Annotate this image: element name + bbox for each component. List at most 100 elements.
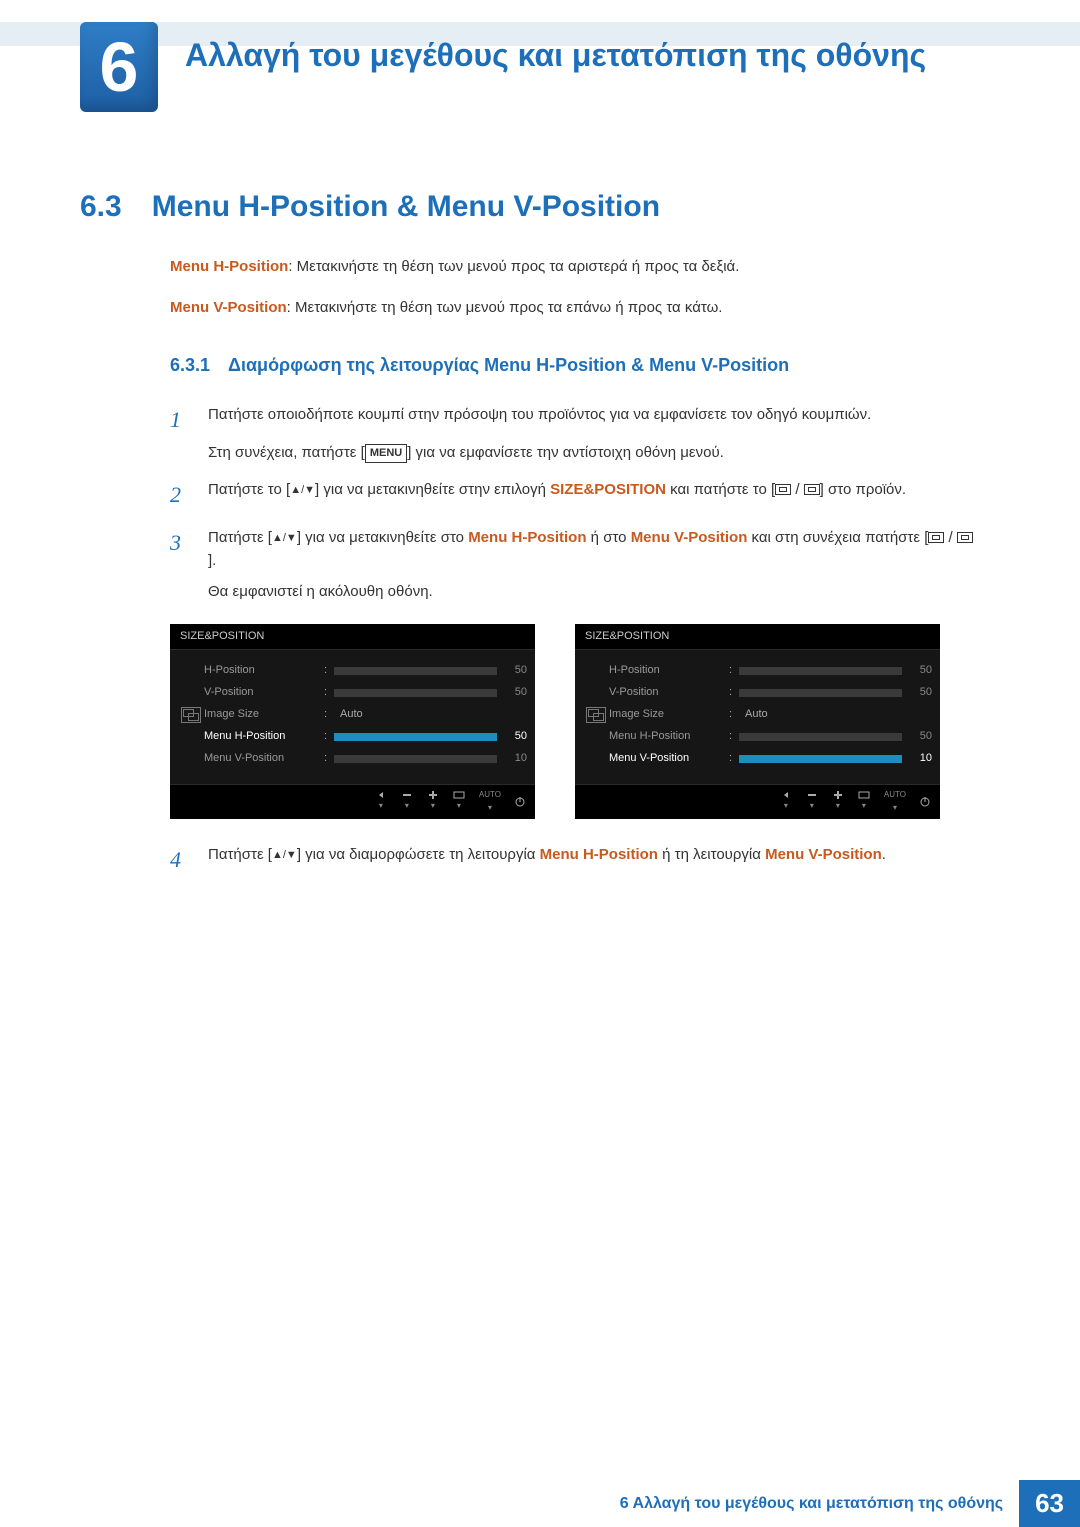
step-1-p2: Στη συνέχεια, πατήστε [MENU] για να εμφα…: [208, 441, 980, 464]
step-4: 4 Πατήστε [▲/▼] για να διαμορφώσετε τη λ…: [170, 843, 980, 877]
osd-item-value: 50: [497, 728, 527, 745]
osd-slider[interactable]: [334, 689, 497, 697]
osd-item-value: 50: [902, 728, 932, 745]
subsection-heading: 6.3.1 Διαμόρφωση της λειτουργίας Menu H-…: [170, 352, 980, 380]
hl-size-position: SIZE&POSITION: [550, 481, 666, 498]
osd-slider[interactable]: [739, 755, 902, 763]
osd-slider[interactable]: [739, 733, 902, 741]
step-number: 4: [170, 843, 190, 877]
hl-menu-v: Menu V-Position: [631, 529, 748, 546]
osd-item-value-text: Auto: [334, 706, 497, 723]
osd-item[interactable]: Menu H-Position: 50: [609, 726, 932, 748]
step-4-body: Πατήστε [▲/▼] για να διαμορφώσετε τη λει…: [208, 843, 980, 877]
section-heading: 6.3 Menu H-Position & Menu V-Position: [80, 190, 660, 224]
colon: :: [729, 684, 739, 701]
desc-h: : Μετακινήστε τη θέση των μενού προς τα …: [288, 258, 739, 275]
osd-item-label: Menu H-Position: [609, 728, 729, 745]
osd-item-label: V-Position: [204, 684, 324, 701]
desc-v: : Μετακινήστε τη θέση των μενού προς τα …: [287, 299, 723, 316]
step-3-body: Πατήστε [▲/▼] για να μετακινηθείτε στο M…: [208, 526, 980, 604]
osd-minus-button[interactable]: ▾: [806, 791, 818, 812]
osd-item-label: Menu V-Position: [204, 750, 324, 767]
term-h: Menu H-Position: [170, 258, 288, 275]
step-1: 1 Πατήστε οποιοδήποτε κουμπί στην πρόσοψ…: [170, 403, 980, 464]
osd-title: SIZE&POSITION: [170, 624, 535, 650]
hl-menu-h: Menu H-Position: [468, 529, 586, 546]
osd-item[interactable]: Menu V-Position:10: [204, 748, 527, 770]
osd-item[interactable]: Image Size:Auto: [204, 704, 527, 726]
step-1-p2a: Στη συνέχεια, πατήστε [: [208, 444, 365, 461]
osd-item[interactable]: Menu V-Position:10: [609, 748, 932, 770]
osd-slider[interactable]: [334, 733, 497, 741]
osd-button-bar: ▾ ▾ ▾ ▾ AUTO▾: [575, 784, 940, 819]
subsection-number: 6.3.1: [170, 352, 210, 380]
osd-enter-button[interactable]: ▾: [858, 791, 870, 812]
enter-icon: [928, 532, 944, 543]
section-title: Menu H-Position & Menu V-Position: [152, 190, 660, 224]
t: ] για να μετακινηθείτε στο: [297, 529, 468, 546]
osd-plus-button[interactable]: ▾: [427, 791, 439, 812]
auto-label: AUTO: [884, 789, 906, 801]
osd-title: SIZE&POSITION: [575, 624, 940, 650]
osd-panel-1: SIZE&POSITION H-Position:50V-Position:50…: [170, 624, 535, 819]
t: ή στο: [587, 529, 631, 546]
osd-slider[interactable]: [334, 667, 497, 675]
step-2: 2 Πατήστε το [▲/▼] για να μετακινηθείτε …: [170, 478, 980, 512]
osd-button-bar: ▾ ▾ ▾ ▾ AUTO▾: [170, 784, 535, 819]
osd-power-button[interactable]: [515, 797, 525, 807]
osd-item-label: Image Size: [204, 706, 324, 723]
osd-back-button[interactable]: ▾: [375, 791, 387, 812]
osd-enter-button[interactable]: ▾: [453, 791, 465, 812]
osd-auto-button[interactable]: AUTO▾: [884, 789, 906, 815]
osd-slider[interactable]: [739, 689, 902, 697]
osd-item-label: Image Size: [609, 706, 729, 723]
subsection-title: Διαμόρφωση της λειτουργίας Menu H-Positi…: [228, 352, 789, 380]
footer-text: 6 Αλλαγή του μεγέθους και μετατόπιση της…: [604, 1480, 1019, 1527]
t: .: [882, 846, 886, 863]
osd-item[interactable]: V-Position:50: [204, 682, 527, 704]
osd-power-button[interactable]: [920, 797, 930, 807]
definition-h: Menu H-Position: Μετακινήστε τη θέση των…: [170, 255, 980, 278]
osd-item-value: 50: [902, 662, 932, 679]
colon: :: [324, 684, 334, 701]
t: Πατήστε [: [208, 529, 272, 546]
step-3: 3 Πατήστε [▲/▼] για να μετακινηθείτε στο…: [170, 526, 980, 604]
osd-auto-button[interactable]: AUTO▾: [479, 789, 501, 815]
osd-slider[interactable]: [334, 755, 497, 763]
osd-item[interactable]: Menu H-Position:50: [204, 726, 527, 748]
osd-item[interactable]: V-Position: 50: [609, 682, 932, 704]
osd-back-button[interactable]: ▾: [780, 791, 792, 812]
t: και στη συνέχεια πατήστε [: [747, 529, 928, 546]
osd-item[interactable]: Image Size:Auto: [609, 704, 932, 726]
colon: :: [729, 750, 739, 767]
t: Πατήστε το [: [208, 481, 290, 498]
menu-key: MENU: [365, 444, 407, 463]
osd-item[interactable]: H-Position:50: [204, 660, 527, 682]
osd-item-label: Menu V-Position: [609, 750, 729, 767]
hl-menu-h: Menu H-Position: [540, 846, 658, 863]
colon: :: [729, 662, 739, 679]
up-down-icon: ▲/▼: [272, 849, 297, 861]
osd-item[interactable]: H-Position: 50: [609, 660, 932, 682]
step-3-after: Θα εμφανιστεί η ακόλουθη οθόνη.: [208, 580, 980, 603]
step-1-p2b: ] για να εμφανίσετε την αντίστοιχη οθόνη…: [407, 444, 724, 461]
definition-v: Menu V-Position: Μετακινήστε τη θέση των…: [170, 296, 980, 319]
t: ] για να μετακινηθείτε στην επιλογή: [315, 481, 550, 498]
colon: :: [729, 728, 739, 745]
osd-item-label: V-Position: [609, 684, 729, 701]
chapter-badge: 6: [80, 22, 158, 112]
term-v: Menu V-Position: [170, 299, 287, 316]
osd-item-value: 50: [902, 684, 932, 701]
osd-slider[interactable]: [739, 667, 902, 675]
t: ή τη λειτουργία: [658, 846, 765, 863]
up-down-icon: ▲/▼: [290, 484, 315, 496]
t: ] στο προϊόν.: [820, 481, 906, 498]
osd-plus-button[interactable]: ▾: [832, 791, 844, 812]
osd-item-label: H-Position: [609, 662, 729, 679]
step-2-body: Πατήστε το [▲/▼] για να μετακινηθείτε στ…: [208, 478, 980, 512]
step-number: 2: [170, 478, 190, 512]
osd-item-value: 50: [497, 662, 527, 679]
osd-minus-button[interactable]: ▾: [401, 791, 413, 812]
colon: :: [324, 706, 334, 723]
osd-item-label: H-Position: [204, 662, 324, 679]
